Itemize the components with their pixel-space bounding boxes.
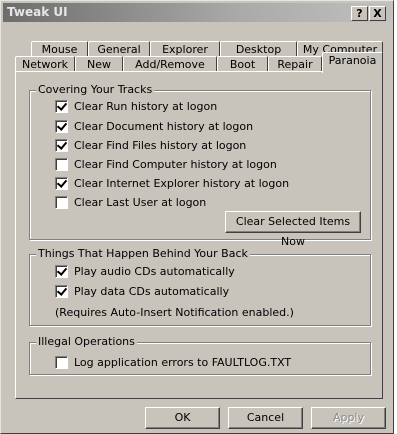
- play-data-cds-checkbox[interactable]: [55, 284, 68, 298]
- clear-ie-history-option[interactable]: Clear Internet Explorer history at logon: [55, 176, 289, 190]
- clear-find-computer-checkbox[interactable]: [55, 157, 68, 171]
- apply-button[interactable]: Apply: [311, 407, 386, 429]
- illegal-operations-label: Illegal Operations: [36, 335, 137, 348]
- clear-selected-items-button[interactable]: Clear Selected Items Now: [225, 211, 361, 248]
- clear-document-history-checkbox[interactable]: [55, 119, 68, 133]
- clear-ie-history-label: Clear Internet Explorer history at logon: [74, 176, 290, 190]
- window-title: Tweak UI: [7, 5, 68, 19]
- covering-tracks-label: Covering Your Tracks: [36, 83, 155, 96]
- clear-ie-history-checkbox[interactable]: [55, 176, 68, 190]
- clear-find-files-option[interactable]: Clear Find Files history at logon: [55, 138, 246, 152]
- play-data-cds-label: Play data CDs automatically: [74, 284, 230, 298]
- clear-find-files-checkbox[interactable]: [55, 138, 68, 152]
- cancel-button[interactable]: Cancel: [228, 407, 303, 429]
- clear-run-history-label: Clear Run history at logon: [74, 99, 218, 113]
- log-application-errors-option[interactable]: Log application errors to FAULTLOG.TXT: [55, 355, 291, 369]
- clear-document-history-label: Clear Document history at logon: [74, 119, 254, 133]
- tab-paranoia[interactable]: Paranoia: [322, 52, 383, 73]
- play-data-cds-option[interactable]: Play data CDs automatically: [55, 284, 229, 298]
- behind-your-back-label: Things That Happen Behind Your Back: [36, 247, 250, 260]
- clear-run-history-checkbox[interactable]: [55, 99, 68, 113]
- clear-find-computer-option[interactable]: Clear Find Computer history at logon: [55, 157, 277, 171]
- clear-last-user-label: Clear Last User at logon: [74, 195, 207, 209]
- clear-last-user-checkbox[interactable]: [55, 195, 68, 209]
- ok-button[interactable]: OK: [145, 407, 220, 429]
- play-audio-cds-option[interactable]: Play audio CDs automatically: [55, 264, 235, 278]
- title-bar[interactable]: Tweak UI ? X: [3, 3, 391, 22]
- auto-insert-note: (Requires Auto-Insert Notification enabl…: [55, 306, 294, 319]
- log-application-errors-checkbox[interactable]: [55, 355, 68, 369]
- play-audio-cds-checkbox[interactable]: [55, 264, 68, 278]
- clear-run-history-option[interactable]: Clear Run history at logon: [55, 99, 217, 113]
- clear-last-user-option[interactable]: Clear Last User at logon: [55, 195, 206, 209]
- play-audio-cds-label: Play audio CDs automatically: [74, 264, 235, 278]
- clear-find-files-label: Clear Find Files history at logon: [74, 138, 247, 152]
- tweak-ui-window: Tweak UI ? X Mouse General Explorer Desk…: [0, 0, 394, 434]
- close-button[interactable]: X: [369, 6, 386, 21]
- log-application-errors-label: Log application errors to FAULTLOG.TXT: [74, 355, 292, 369]
- clear-find-computer-label: Clear Find Computer history at logon: [74, 157, 277, 171]
- clear-document-history-option[interactable]: Clear Document history at logon: [55, 119, 253, 133]
- help-button[interactable]: ?: [351, 6, 368, 21]
